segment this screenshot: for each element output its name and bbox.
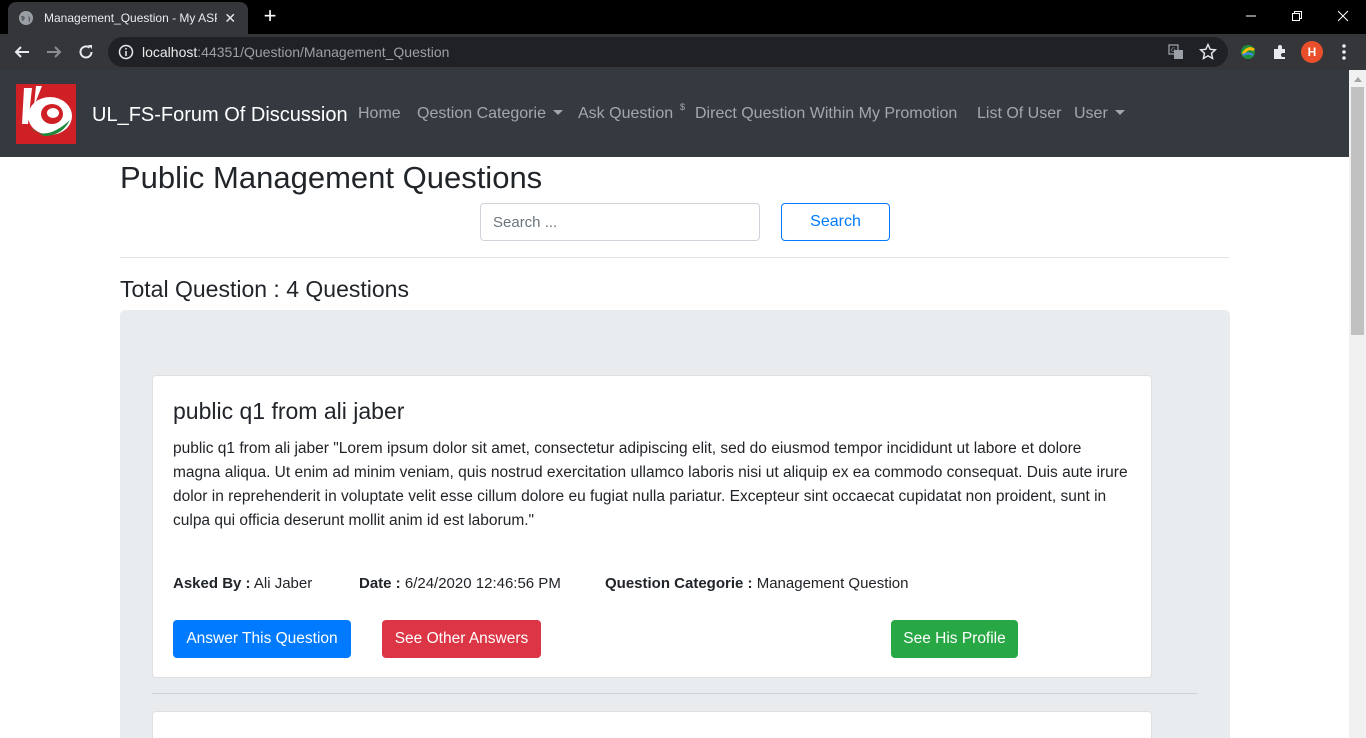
translate-icon[interactable]: G: [1166, 42, 1186, 62]
url-path: :44351/Question/Management_Question: [197, 44, 450, 60]
nav-list-of-user[interactable]: List Of User: [977, 105, 1061, 123]
search-button[interactable]: Search: [781, 203, 890, 241]
extension-icon[interactable]: [1238, 42, 1258, 62]
divider: [120, 257, 1229, 258]
address-bar[interactable]: localhost:44351/Question/Management_Ques…: [108, 37, 1228, 67]
info-icon[interactable]: [118, 44, 134, 60]
chevron-down-icon: [552, 109, 563, 115]
brand-link[interactable]: UL_FS-Forum Of Discussion: [92, 104, 348, 127]
globe-icon: [18, 10, 34, 26]
see-other-answers-button[interactable]: See Other Answers: [382, 620, 541, 658]
chevron-down-icon: [1114, 109, 1125, 115]
profile-avatar[interactable]: H: [1301, 41, 1323, 63]
question-body: public q1 from ali jaber "Lorem ipsum do…: [173, 440, 1128, 529]
nav-ask-question[interactable]: Ask Question: [578, 105, 673, 123]
browser-tabstrip: Management_Question - My ASP. ✕ +: [0, 0, 1366, 34]
close-window-icon[interactable]: [1320, 4, 1366, 28]
nav-home[interactable]: Home: [358, 105, 401, 123]
total-questions-heading: Total Question : 4 Questions: [120, 276, 409, 302]
scrollbar-thumb[interactable]: [1351, 87, 1364, 335]
question-title: public q1 from ali jaber: [173, 398, 405, 424]
site-navbar: UL_FS-Forum Of Discussion Home Qestion C…: [0, 70, 1349, 157]
minimize-icon[interactable]: [1228, 4, 1274, 28]
question-card: public q1 from ali jaber public q1 from …: [152, 375, 1152, 678]
scroll-up-arrow-icon[interactable]: [1349, 70, 1366, 87]
search-input[interactable]: [480, 203, 760, 241]
page-scrollbar[interactable]: [1349, 70, 1366, 738]
date-value: 6/24/2020 12:46:56 PM: [400, 575, 561, 592]
nav-direct-question[interactable]: Direct Question Within My Promotion: [695, 105, 957, 123]
asked-by-label: Asked By :: [173, 575, 251, 592]
asked-by-value: Ali Jaber: [250, 575, 313, 592]
nav-user-dropdown[interactable]: User: [1074, 105, 1125, 123]
browser-tab[interactable]: Management_Question - My ASP. ✕: [8, 2, 248, 34]
browser-toolbar: localhost:44351/Question/Management_Ques…: [0, 34, 1366, 70]
forward-icon[interactable]: [42, 40, 66, 64]
card-divider: [152, 693, 1197, 694]
asked-by: Asked By : Ali Jaber: [173, 575, 312, 592]
university-logo[interactable]: [16, 84, 76, 144]
question-card: [152, 711, 1152, 738]
tab-title: Management_Question - My ASP.: [44, 11, 217, 25]
svg-text:G: G: [1171, 47, 1176, 54]
reload-icon[interactable]: [74, 40, 98, 64]
question-category: Question Categorie : Management Question: [605, 575, 908, 592]
new-tab-icon[interactable]: +: [258, 5, 282, 27]
page-title: Public Management Questions: [120, 160, 543, 195]
nav-categorie-label: Qestion Categorie: [417, 105, 546, 122]
nav-question-categorie-dropdown[interactable]: Qestion Categorie: [417, 105, 563, 123]
puzzle-extensions-icon[interactable]: [1270, 42, 1290, 62]
close-tab-icon[interactable]: ✕: [223, 10, 239, 27]
answer-question-button[interactable]: Answer This Question: [173, 620, 351, 658]
see-profile-button[interactable]: See His Profile: [891, 620, 1018, 658]
nav-user-label: User: [1074, 105, 1108, 122]
question-date: Date : 6/24/2020 12:46:56 PM: [359, 575, 561, 592]
browser-menu-icon[interactable]: [1336, 42, 1352, 62]
back-icon[interactable]: [10, 40, 34, 64]
category-label: Question Categorie :: [605, 575, 753, 592]
date-label: Date :: [359, 575, 401, 592]
restore-icon[interactable]: [1274, 4, 1320, 28]
category-value: Management Question: [752, 575, 909, 592]
url-host: localhost: [142, 44, 198, 60]
bookmark-star-icon[interactable]: [1198, 42, 1218, 62]
nav-superscript: $: [680, 102, 686, 112]
